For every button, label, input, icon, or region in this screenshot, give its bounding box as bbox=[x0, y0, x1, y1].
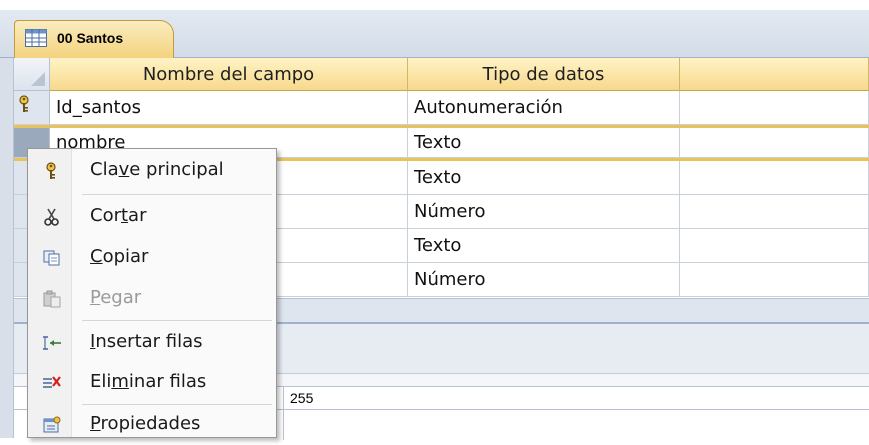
document-tab-bar: 00 Santos bbox=[0, 10, 869, 59]
menu-item-paste[interactable]: Pegar bbox=[28, 279, 276, 319]
select-all-corner[interactable] bbox=[14, 58, 50, 91]
menu-item-label: Propiedades bbox=[90, 413, 201, 434]
menu-item-label: Pegar bbox=[90, 287, 142, 308]
document-tab[interactable]: 00 Santos bbox=[14, 20, 174, 59]
menu-item-properties[interactable]: Propiedades bbox=[28, 405, 276, 445]
column-header-data-type[interactable]: Tipo de datos bbox=[408, 58, 680, 91]
menu-item-label: Eliminar filas bbox=[90, 371, 207, 392]
window-top-strip bbox=[0, 0, 869, 10]
description-cell[interactable] bbox=[680, 161, 869, 195]
description-cell[interactable] bbox=[680, 195, 869, 229]
column-header-description[interactable] bbox=[680, 58, 869, 91]
table-row[interactable]: Id_santos Autonumeración bbox=[14, 91, 869, 125]
property-value[interactable]: 255 bbox=[290, 387, 313, 409]
menu-item-label: Copiar bbox=[90, 246, 149, 267]
field-name-cell[interactable]: Id_santos bbox=[50, 91, 408, 125]
menu-item-label: Insertar filas bbox=[90, 331, 203, 352]
table-icon bbox=[25, 29, 47, 47]
menu-item-label: Cortar bbox=[90, 205, 147, 226]
menu-separator bbox=[82, 194, 272, 195]
data-type-cell[interactable]: Texto bbox=[408, 229, 680, 263]
data-type-cell[interactable]: Texto bbox=[408, 128, 680, 158]
data-type-cell[interactable]: Número bbox=[408, 195, 680, 229]
paste-icon bbox=[43, 290, 61, 308]
menu-item-copy[interactable]: Copiar bbox=[28, 238, 276, 278]
document-tab-label: 00 Santos bbox=[57, 30, 124, 46]
menu-item-primary-key[interactable]: Clave principal bbox=[28, 151, 276, 191]
primary-key-icon bbox=[19, 95, 29, 112]
context-menu: Clave principal Cortar Copiar Pegar Inse… bbox=[27, 148, 277, 438]
data-type-cell[interactable]: Número bbox=[408, 263, 680, 297]
data-type-cell[interactable]: Autonumeración bbox=[408, 91, 680, 125]
description-cell[interactable] bbox=[680, 91, 869, 125]
key-icon bbox=[46, 162, 56, 179]
row-selector[interactable] bbox=[14, 91, 50, 125]
menu-item-delete-rows[interactable]: Eliminar filas bbox=[28, 363, 276, 403]
copy-icon bbox=[43, 250, 60, 266]
menu-item-label: Clave principal bbox=[90, 159, 224, 180]
left-gutter bbox=[0, 58, 14, 438]
properties-icon bbox=[43, 416, 61, 433]
description-cell[interactable] bbox=[680, 263, 869, 297]
menu-separator bbox=[82, 320, 272, 321]
menu-item-insert-rows[interactable]: Insertar filas bbox=[28, 323, 276, 363]
data-type-cell[interactable]: Texto bbox=[408, 161, 680, 195]
menu-item-cut[interactable]: Cortar bbox=[28, 197, 276, 237]
scissors-icon bbox=[44, 208, 59, 226]
column-header-field-name[interactable]: Nombre del campo bbox=[50, 58, 408, 91]
description-cell[interactable] bbox=[680, 229, 869, 263]
delete-rows-icon bbox=[43, 376, 61, 388]
insert-rows-icon bbox=[43, 336, 61, 350]
description-cell[interactable] bbox=[680, 128, 869, 158]
